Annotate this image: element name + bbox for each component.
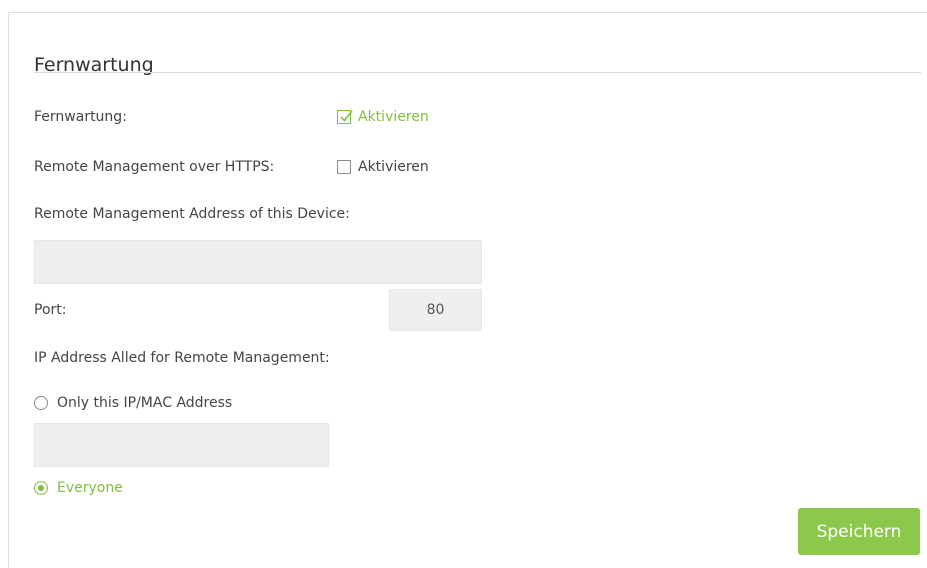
only-this-ip-label: Only this IP/MAC Address <box>57 395 233 411</box>
radio-everyone[interactable]: Everyone <box>34 480 123 496</box>
title-divider <box>34 72 921 73</box>
checkbox-checked-icon[interactable] <box>337 110 353 124</box>
everyone-label: Everyone <box>57 480 123 496</box>
save-button[interactable]: Speichern <box>798 508 920 555</box>
allowed-ip-label: IP Address Alled for Remote Management: <box>34 350 330 366</box>
radio-only-this-ip[interactable]: Only this IP/MAC Address <box>34 395 232 411</box>
radio-unselected-icon[interactable] <box>34 396 48 410</box>
port-label: Port: <box>34 302 67 318</box>
remote-mgmt-label: Fernwartung: <box>34 109 127 125</box>
radio-selected-icon[interactable] <box>34 481 48 495</box>
remote-https-enable-checkbox[interactable]: Aktivieren <box>337 159 429 175</box>
device-address-input[interactable] <box>34 240 482 284</box>
remote-mgmt-enable-checkbox[interactable]: Aktivieren <box>337 109 429 125</box>
port-input[interactable] <box>389 289 482 331</box>
device-address-label: Remote Management Address of this Device… <box>34 206 350 222</box>
remote-mgmt-enable-label: Aktivieren <box>358 109 429 125</box>
specific-ip-input[interactable] <box>34 423 329 467</box>
remote-https-label: Remote Management over HTTPS: <box>34 159 275 175</box>
checkbox-unchecked-icon[interactable] <box>337 160 351 174</box>
remote-https-enable-label: Aktivieren <box>358 159 429 175</box>
